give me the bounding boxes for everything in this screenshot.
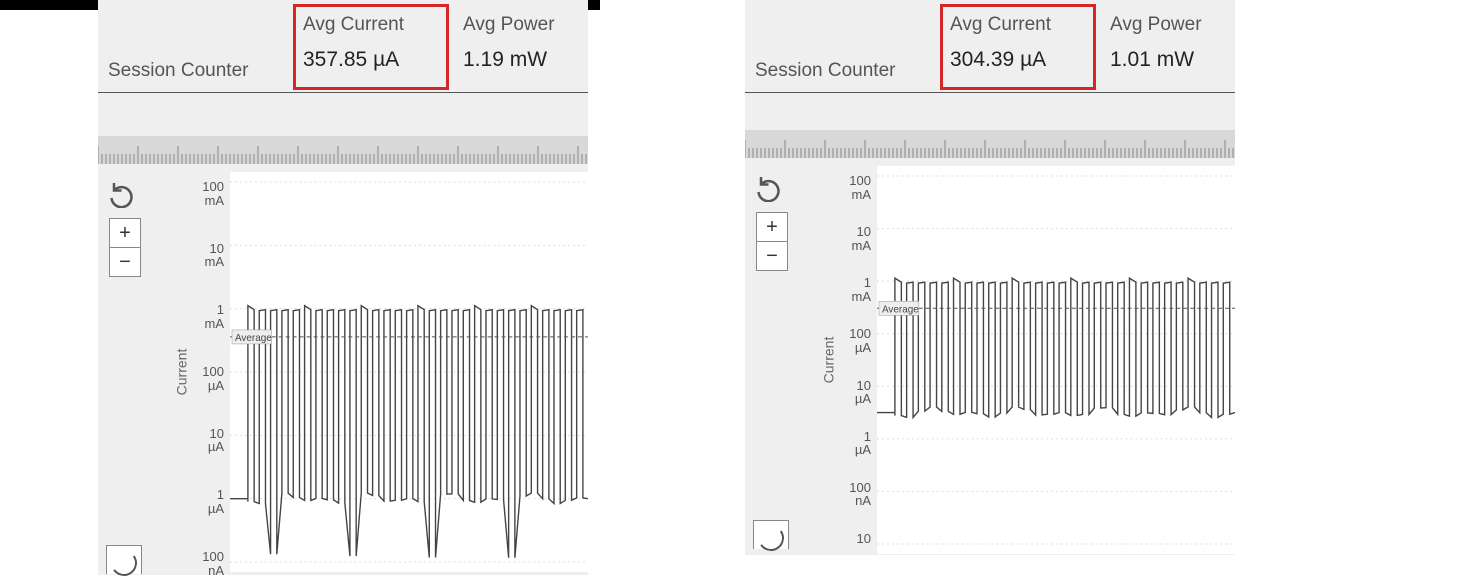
avg-current-label: Avg Current <box>303 14 404 36</box>
avg-power-value: 1.01 mW <box>1110 48 1202 72</box>
y-ticks: 100mA10mA1mA100µA10µA1µA100nA <box>182 172 226 572</box>
avg-power-metric: Avg Power 1.01 mW <box>1110 14 1202 72</box>
undo-button[interactable] <box>109 178 139 208</box>
avg-current-label: Avg Current <box>950 14 1051 36</box>
ruler-ticks <box>98 136 588 164</box>
secondary-button[interactable] <box>106 545 142 574</box>
plot-svg: Average <box>877 166 1235 554</box>
y-tick-label: 100µA <box>827 327 871 354</box>
secondary-button[interactable] <box>753 520 789 549</box>
y-tick-label: 100µA <box>180 365 224 392</box>
avg-current-value: 304.39 µA <box>950 48 1051 72</box>
y-tick-label: 10 <box>827 532 871 546</box>
ruler-ticks <box>745 130 1235 158</box>
y-tick-label: 10mA <box>180 242 224 269</box>
y-tick-label: 1mA <box>827 276 871 303</box>
y-tick-label: 10mA <box>827 225 871 252</box>
zoom-in-button[interactable]: + <box>110 219 140 247</box>
y-tick-label: 10µA <box>180 427 224 454</box>
zoom-group: + − <box>756 212 788 271</box>
time-ruler[interactable] <box>98 136 588 164</box>
chart-controls: + − <box>106 178 146 277</box>
session-counter-label: Session Counter <box>755 60 895 82</box>
y-tick-label: 100nA <box>827 481 871 508</box>
zoom-out-button[interactable]: − <box>757 241 787 270</box>
zoom-group: + − <box>109 218 141 277</box>
y-tick-label: 1mA <box>180 303 224 330</box>
y-ticks: 100mA 10mA 1mA 100µA 10µA 1µA 100nA 10 <box>829 166 873 554</box>
avg-current-value: 357.85 µA <box>303 48 404 72</box>
session-counter-label: Session Counter <box>108 60 248 82</box>
undo-button[interactable] <box>756 172 786 202</box>
metrics-header: Session Counter Avg Current 357.85 µA Av… <box>98 0 588 93</box>
y-tick-label: 100nA <box>180 550 224 577</box>
current-plot[interactable]: Average <box>230 172 588 572</box>
plot-svg: Average <box>230 172 588 572</box>
zoom-in-button[interactable]: + <box>757 213 787 241</box>
y-tick-label: 1µA <box>827 430 871 457</box>
time-ruler[interactable] <box>745 130 1235 158</box>
avg-power-metric: Avg Power 1.19 mW <box>463 14 555 72</box>
avg-power-label: Avg Power <box>1110 14 1202 36</box>
chart-area: Current 100mA10mA1mA100µA10µA1µA100nA Av… <box>158 172 588 572</box>
avg-current-metric: Avg Current 357.85 µA <box>303 14 404 72</box>
metrics-header: Session Counter Avg Current 304.39 µA Av… <box>745 0 1235 93</box>
measurement-panel-2: Session Counter Avg Current 304.39 µA Av… <box>745 0 1235 555</box>
measurement-panel-1: Session Counter Avg Current 357.85 µA Av… <box>98 0 588 575</box>
y-tick-label: 1µA <box>180 488 224 515</box>
y-tick-label: 100mA <box>180 180 224 207</box>
avg-power-value: 1.19 mW <box>463 48 555 72</box>
chart-controls: + − <box>753 172 793 271</box>
current-plot[interactable]: Average <box>877 166 1235 554</box>
y-tick-label: 100mA <box>827 174 871 201</box>
avg-power-label: Avg Power <box>463 14 555 36</box>
y-tick-label: 10µA <box>827 379 871 406</box>
chart-area: Current 100mA10mA1mA100µA10µA1µA100nA10 … <box>805 166 1235 554</box>
svg-text:Average: Average <box>235 333 272 344</box>
zoom-out-button[interactable]: − <box>110 247 140 276</box>
avg-current-metric: Avg Current 304.39 µA <box>950 14 1051 72</box>
svg-text:Average: Average <box>882 304 919 315</box>
